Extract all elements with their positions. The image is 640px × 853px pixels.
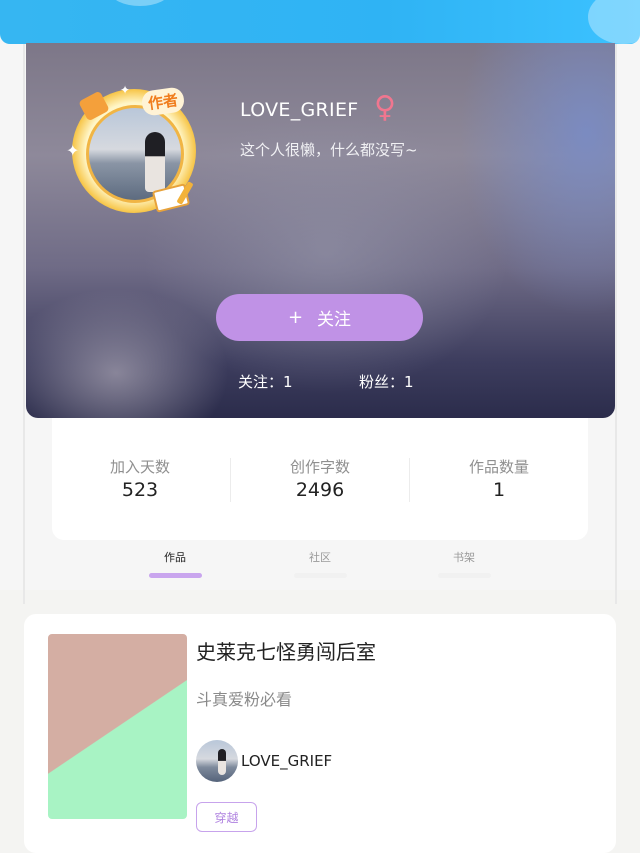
author-avatar-frame[interactable]: 作者 ✦ ✦ [66,83,216,233]
tab-community-indicator [294,573,347,578]
work-title[interactable]: 史莱克七怪勇闯后室 [196,636,376,665]
top-banner [0,0,640,44]
tab-label: 社区 [309,551,331,564]
right-edge-line [615,44,617,604]
stat-value: 2496 [295,479,345,501]
plus-icon: + [287,307,304,328]
profile-tabs: 作品 社区 书架 [0,545,640,590]
stat-works-count: 作品数量 1 [429,456,569,501]
banner-bubble-decoration [110,0,170,6]
banner-bubble-decoration [588,0,640,44]
work-description: 斗真爱粉必看 [196,690,293,709]
stat-value: 523 [121,479,159,501]
female-gender-icon: ♀ [374,90,396,125]
stats-card: 加入天数 523 创作字数 2496 作品数量 1 [52,418,588,540]
genre-tag[interactable]: 穿越 [196,802,257,832]
tab-works[interactable]: 作品 [135,549,215,565]
sparkle-icon: ✦ [66,141,80,160]
avatar-person-figure [145,132,165,192]
stat-label: 加入天数 [109,458,170,476]
stat-divider [409,458,410,502]
left-edge-line [23,44,25,604]
tab-community[interactable]: 社区 [280,549,360,565]
stat-join-days: 加入天数 523 [70,456,210,501]
genre-tag-label: 穿越 [214,810,239,825]
tab-label: 作品 [164,551,186,564]
stat-divider [230,458,231,502]
tab-bookshelf[interactable]: 书架 [424,549,504,565]
tab-works-indicator [149,573,202,578]
tab-label: 书架 [453,551,475,564]
stat-word-count: 创作字数 2496 [250,456,390,501]
work-author-name[interactable]: LOVE_GRIEF [241,752,332,770]
stat-label: 作品数量 [468,458,529,476]
followers-count[interactable]: 粉丝：1 [359,371,414,392]
profile-header: 作者 ✦ ✦ LOVE_GRIEF ♀ 这个人很懒，什么都没写~ + 关注 关注… [26,43,615,418]
sparkle-icon: ✦ [120,83,131,97]
avatar-person-figure [218,749,226,775]
author-avatar-small[interactable] [196,740,238,782]
bio-text: 这个人很懒，什么都没写~ [240,141,418,159]
stat-value: 1 [492,479,506,501]
work-card[interactable]: 史莱克七怪勇闯后室 斗真爱粉必看 LOVE_GRIEF 穿越 [24,614,616,853]
following-count[interactable]: 关注：1 [238,371,293,392]
username: LOVE_GRIEF [240,99,359,121]
stat-label: 创作字数 [289,458,350,476]
tab-bookshelf-indicator [438,573,491,578]
follow-button[interactable]: + 关注 [216,294,423,341]
book-cover-image[interactable] [48,634,187,819]
follow-button-label: 关注 [317,310,352,330]
